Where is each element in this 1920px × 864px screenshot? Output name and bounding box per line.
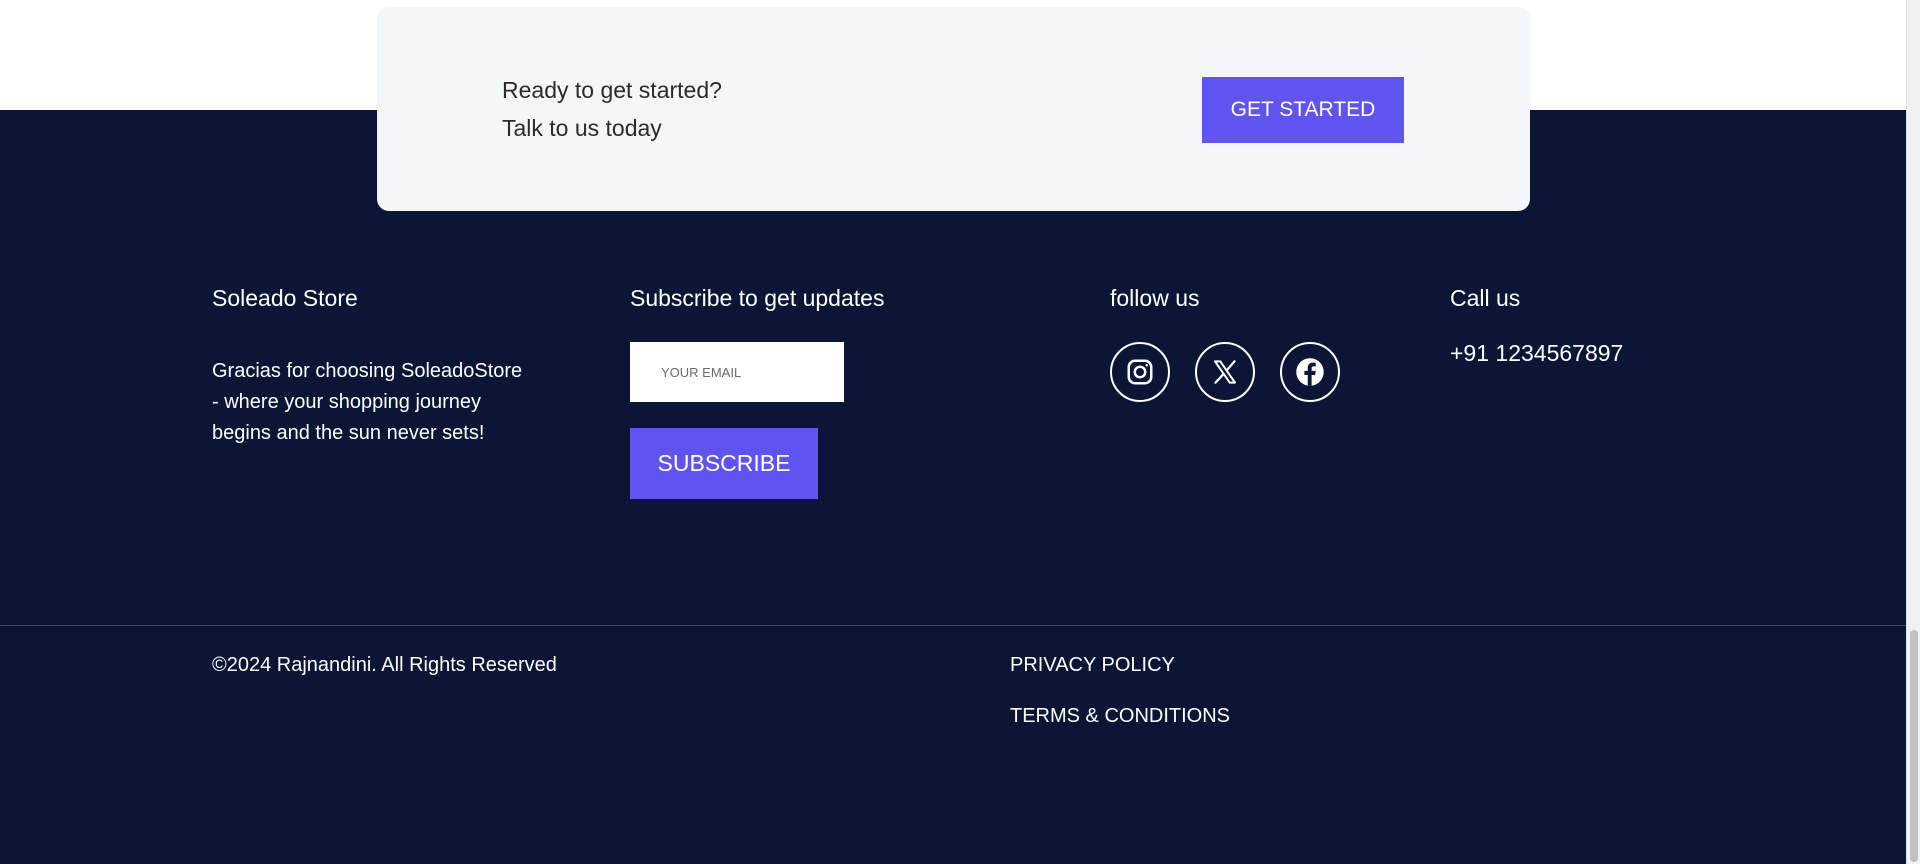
cta-card: Ready to get started? Talk to us today G…	[377, 7, 1530, 211]
terms-conditions-link[interactable]: TERMS & CONDITIONS	[1010, 703, 1230, 729]
brand-description: Gracias for choosing SoleadoStore - wher…	[212, 360, 523, 444]
email-input[interactable]	[630, 342, 844, 402]
call-title: Call us	[1450, 285, 1521, 311]
facebook-link[interactable]	[1280, 342, 1340, 402]
facebook-icon	[1296, 358, 1324, 386]
footer-brand-column: Soleado Store Gracias for choosing Solea…	[212, 280, 542, 449]
brand-title: Soleado Store	[212, 285, 358, 311]
cta-heading: Ready to get started?	[502, 77, 722, 103]
x-twitter-icon	[1214, 360, 1236, 384]
footer-background	[0, 110, 1906, 864]
get-started-button[interactable]: GET STARTED	[1202, 77, 1404, 143]
privacy-policy-link[interactable]: PRIVACY POLICY	[1010, 652, 1175, 678]
social-links	[1110, 342, 1340, 402]
vertical-scrollbar[interactable]	[1906, 0, 1920, 864]
footer-divider	[0, 625, 1906, 626]
cta-text: Ready to get started? Talk to us today	[502, 71, 722, 147]
cta-subheading: Talk to us today	[502, 115, 662, 141]
follow-title: follow us	[1110, 285, 1200, 311]
subscribe-button[interactable]: SUBSCRIBE	[630, 428, 818, 499]
instagram-link[interactable]	[1110, 342, 1170, 402]
instagram-icon	[1127, 359, 1153, 385]
phone-number[interactable]: +91 1234567897	[1450, 338, 1623, 368]
subscribe-title: Subscribe to get updates	[630, 285, 885, 311]
footer-subscribe-column: Subscribe to get updates SUBSCRIBE	[630, 280, 884, 499]
x-twitter-link[interactable]	[1195, 342, 1255, 402]
scrollbar-thumb[interactable]	[1910, 630, 1918, 862]
copyright-text: ©2024 Rajnandini. All Rights Reserved	[212, 654, 557, 676]
footer-follow-column: follow us	[1110, 280, 1340, 402]
footer-call-column: Call us +91 1234567897	[1450, 280, 1623, 368]
